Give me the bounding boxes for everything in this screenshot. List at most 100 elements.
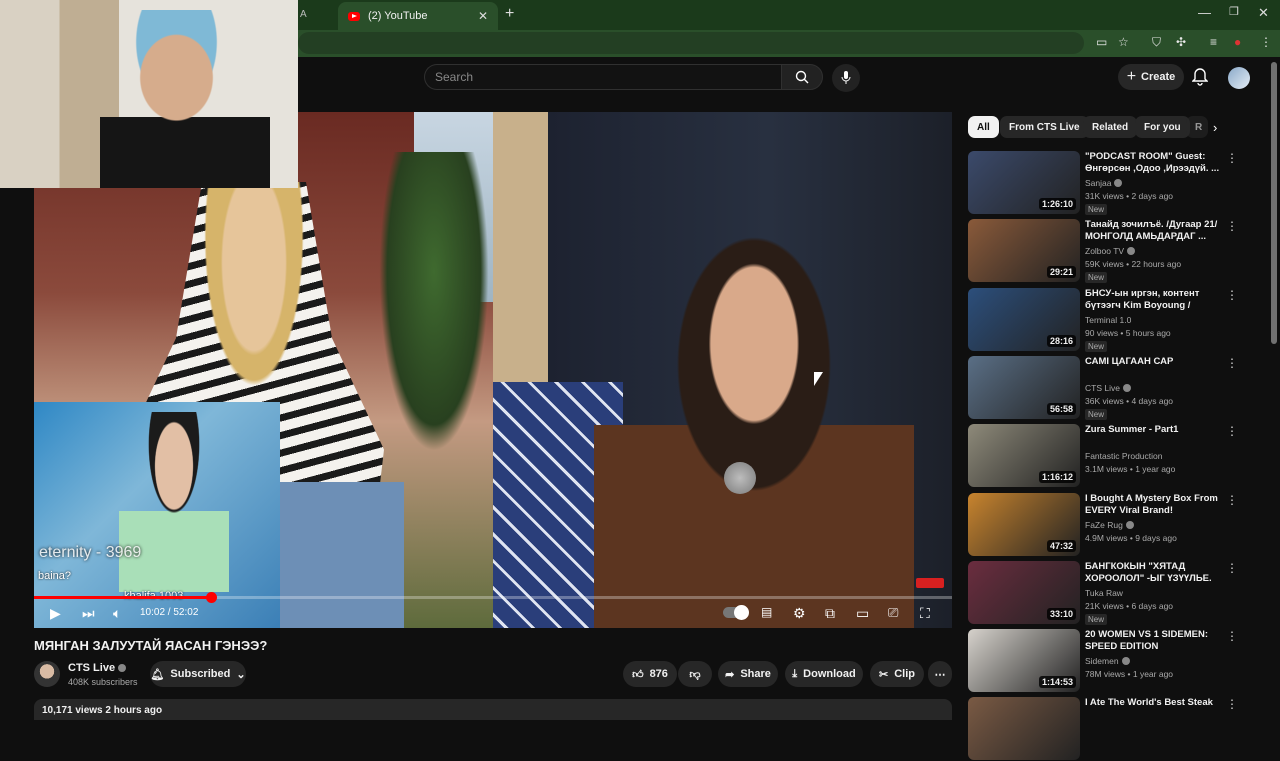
related-video-item[interactable]: 1:14:53 20 WOMEN VS 1 SIDEMEN: SPEED EDIT…	[968, 629, 1248, 693]
related-video-channel[interactable]: FaZe Rug	[1085, 520, 1134, 530]
video-menu-icon[interactable]: ⋮	[1226, 151, 1238, 165]
description-box[interactable]: 10,171 views 2 hours ago	[34, 699, 952, 720]
related-video-title[interactable]: "PODCAST ROOM" Guest: Өнгөрсөн ,Одоо ,Ир…	[1085, 151, 1220, 175]
subscribed-button[interactable]: 🔔︎ Subscribed ⌄	[150, 661, 246, 687]
chevron-right-icon[interactable]: ›	[1213, 120, 1217, 135]
install-app-icon[interactable]: ▭	[1096, 35, 1107, 49]
related-video-channel[interactable]: Tuka Raw	[1085, 588, 1123, 598]
video-menu-icon[interactable]: ⋮	[1226, 629, 1238, 643]
tab-title: (2) YouTube	[368, 10, 428, 22]
clip-button[interactable]: ✂ Clip	[870, 661, 924, 687]
related-video-title[interactable]: БНСУ-ын иргэн, контент бүтээгч Kim Boyou…	[1085, 288, 1220, 312]
related-video-item[interactable]: 56:58 САМІ ЦАГААН САР CTS Live 36K views • …	[968, 355, 1248, 420]
related-video-channel[interactable]: Sidemen	[1085, 656, 1130, 666]
dislike-button[interactable]: 👎︎	[678, 661, 712, 687]
extensions-puzzle-icon[interactable]: ✣	[1176, 35, 1186, 49]
video-menu-icon[interactable]: ⋮	[1226, 356, 1238, 370]
window-maximize-button[interactable]: ❐	[1229, 5, 1239, 18]
volume-icon[interactable]: 🔈︎	[113, 605, 121, 622]
related-video-channel[interactable]: Sanjaa	[1085, 178, 1123, 188]
url-field[interactable]	[298, 32, 1084, 54]
bookmark-star-icon[interactable]: ☆	[1118, 35, 1129, 49]
chip-all[interactable]: All	[968, 116, 999, 138]
chip-from-cts-live[interactable]: From CTS Live	[1000, 116, 1089, 138]
related-video-title[interactable]: I Bought A Mystery Box From EVERY Viral …	[1085, 493, 1220, 517]
page-scrollbar[interactable]	[1271, 62, 1277, 344]
new-tab-button[interactable]: +	[505, 5, 514, 23]
related-video-title[interactable]: I Ate The World's Best Steak	[1085, 697, 1220, 709]
related-video-thumbnail[interactable]: 29:21	[968, 219, 1080, 283]
related-video-title[interactable]: Zura Summer - Part1	[1085, 424, 1220, 436]
related-video-thumbnail[interactable]	[968, 697, 1080, 761]
related-video-thumbnail[interactable]: 47:32	[968, 492, 1080, 556]
channel-avatar[interactable]	[34, 661, 60, 687]
related-video-thumbnail[interactable]: 28:16	[968, 287, 1080, 351]
related-video-item[interactable]: 28:16 БНСУ-ын иргэн, контент бүтээгч Kim …	[968, 287, 1248, 352]
window-close-button[interactable]: ✕	[1258, 5, 1269, 21]
video-menu-icon[interactable]: ⋮	[1226, 561, 1238, 575]
related-video-thumbnail[interactable]: 33:10	[968, 560, 1080, 624]
chip-related[interactable]: Related	[1083, 116, 1138, 138]
search-input[interactable]: Search	[424, 64, 782, 90]
tab-close-icon[interactable]: ✕	[478, 9, 488, 23]
channel-name[interactable]: CTS Live	[68, 662, 127, 674]
search-button[interactable]	[781, 64, 823, 90]
related-video-title[interactable]: БАНГКОКЫН "ХЯТАД ХОРООЛОЛ" -ЫГ ҮЗҮҮЛЬЕ. …	[1085, 561, 1220, 585]
extension-shield-icon[interactable]: ⛉	[1152, 35, 1161, 50]
like-button[interactable]: 👍︎ 876	[623, 661, 677, 687]
video-menu-icon[interactable]: ⋮	[1226, 493, 1238, 507]
related-video-thumbnail[interactable]: 1:14:53	[968, 629, 1080, 693]
related-video-title[interactable]: 20 WOMEN VS 1 SIDEMEN: SPEED EDITION	[1085, 629, 1220, 653]
create-button[interactable]: + Create	[1118, 64, 1184, 90]
chip-r[interactable]: R	[1186, 116, 1208, 138]
verified-icon	[1127, 247, 1136, 256]
video-menu-icon[interactable]: ⋮	[1226, 424, 1238, 438]
fullscreen-icon[interactable]: ⛶	[920, 605, 930, 622]
profile-icon[interactable]: ●	[1234, 35, 1241, 49]
captions-icon[interactable]: ▤	[761, 605, 772, 619]
browser-menu-icon[interactable]: ⋮	[1260, 35, 1272, 49]
media-control-icon[interactable]: ≡	[1210, 35, 1217, 49]
previous-tab-fragment[interactable]: A	[300, 9, 307, 20]
share-arrow-icon: ➦	[725, 668, 735, 681]
related-video-title[interactable]: САМІ ЦАГААН САР	[1085, 356, 1220, 368]
chip-for-you[interactable]: For you	[1135, 116, 1190, 138]
voice-search-button[interactable]	[832, 64, 860, 92]
related-video-title[interactable]: Танайд зочилъё. /Дугаар 21/ МОНГОЛД АМЬД…	[1085, 219, 1220, 243]
related-video-thumbnail[interactable]: 56:58	[968, 355, 1080, 419]
related-video-thumbnail[interactable]: 1:16:12	[968, 424, 1080, 488]
account-avatar[interactable]	[1228, 67, 1250, 89]
related-video-item[interactable]: 1:26:10 "PODCAST ROOM" Guest: Өнгөрсөн ,О…	[968, 151, 1248, 215]
video-duration-badge: 1:16:12	[1038, 471, 1076, 484]
settings-gear-icon[interactable]: ⚙	[793, 605, 806, 622]
related-video-item[interactable]: 33:10 БАНГКОКЫН "ХЯТАД ХОРООЛОЛ" -ЫГ ҮЗҮҮ…	[968, 560, 1248, 625]
more-actions-button[interactable]: ⋯	[928, 661, 952, 687]
window-minimize-button[interactable]: —	[1198, 5, 1211, 20]
related-video-thumbnail[interactable]: 1:26:10	[968, 151, 1080, 214]
download-button[interactable]: ⤓ Download	[785, 661, 863, 687]
related-video-item[interactable]: I Ate The World's Best Steak ⋮	[968, 697, 1248, 761]
cast-icon[interactable]: ⎚	[888, 605, 898, 621]
chevron-down-icon: ⌄	[236, 668, 246, 681]
related-video-item[interactable]: 29:21 Танайд зочилъё. /Дугаар 21/ МОНГОЛД…	[968, 219, 1248, 284]
browser-tab-youtube[interactable]: (2) YouTube ✕	[338, 2, 498, 30]
share-button[interactable]: ➦ Share	[718, 661, 778, 687]
related-video-item[interactable]: 1:16:12 Zura Summer - Part1 Fantastic Prod…	[968, 424, 1248, 488]
next-video-icon[interactable]: ⏭	[82, 605, 95, 622]
related-video-item[interactable]: 47:32 I Bought A Mystery Box From EVERY V…	[968, 492, 1248, 557]
video-menu-icon[interactable]: ⋮	[1226, 219, 1238, 233]
related-video-channel[interactable]: CTS Live	[1085, 383, 1131, 393]
microphone-icon	[841, 71, 851, 84]
video-player[interactable]: eternity - 3969 baina? khalifa 1003	[34, 112, 952, 628]
related-video-channel[interactable]: Fantastic Production	[1085, 451, 1162, 461]
play-icon[interactable]: ▶	[50, 605, 61, 622]
related-video-channel[interactable]: Zolboo TV	[1085, 246, 1136, 256]
autoplay-toggle[interactable]	[723, 605, 749, 620]
notifications-bell-icon[interactable]	[1192, 68, 1208, 86]
miniplayer-icon[interactable]: ⧉	[825, 605, 835, 622]
video-progress-bar[interactable]	[34, 592, 952, 603]
related-video-channel[interactable]: Terminal 1.0	[1085, 315, 1131, 325]
theater-mode-icon[interactable]: ▭	[856, 605, 869, 622]
video-menu-icon[interactable]: ⋮	[1226, 288, 1238, 302]
video-menu-icon[interactable]: ⋮	[1226, 697, 1238, 711]
